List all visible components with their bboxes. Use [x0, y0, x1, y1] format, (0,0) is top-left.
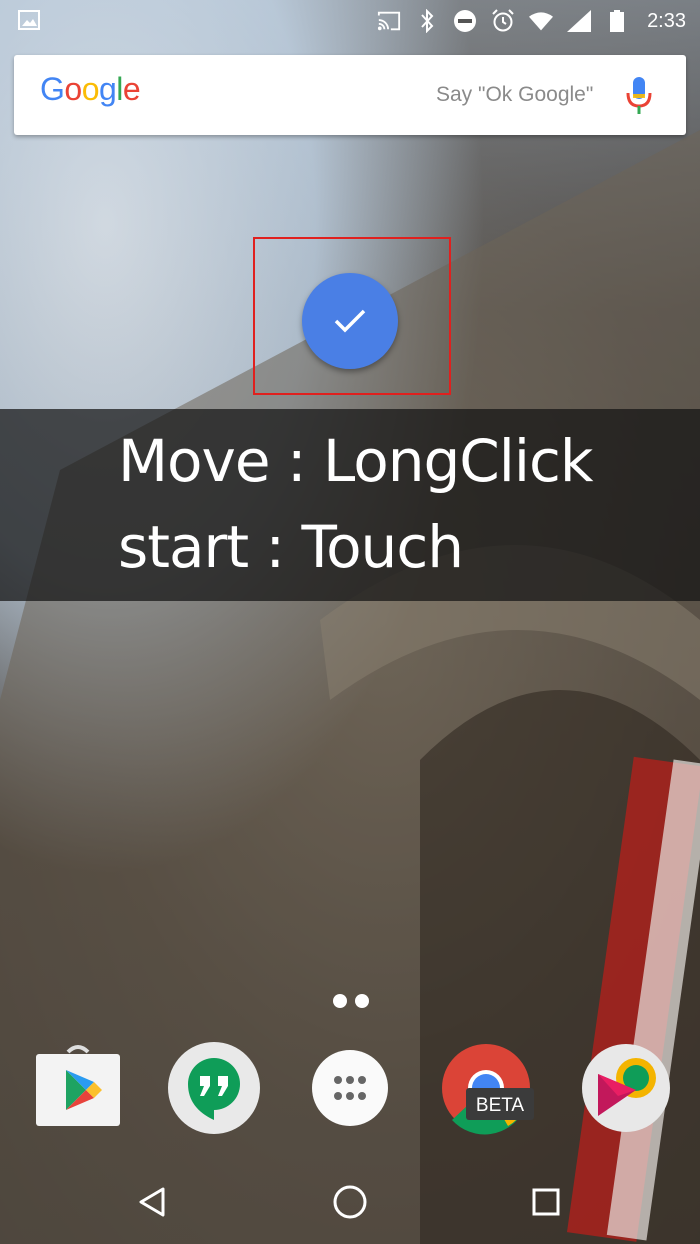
home-icon	[333, 1185, 367, 1219]
logo-letter: l	[116, 71, 123, 107]
voice-search-hint: Say "Ok Google"	[436, 83, 594, 106]
status-bar: 2:33	[0, 0, 700, 42]
logo-letter: G	[40, 71, 65, 107]
navigation-bar	[0, 1160, 700, 1244]
checkmark-icon	[334, 309, 366, 333]
instruction-overlay: Move : LongClick start : Touch	[0, 409, 700, 601]
chrome-beta-icon: BETA	[442, 1044, 534, 1135]
wifi-icon	[529, 9, 554, 33]
google-logo: Google	[40, 71, 141, 108]
chrome-beta-app[interactable]: BETA	[438, 1040, 534, 1136]
hangouts-app[interactable]	[166, 1040, 262, 1136]
cast-icon	[377, 9, 401, 33]
microphone-icon[interactable]	[624, 75, 654, 117]
google-search-bar[interactable]: Google Say "Ok Google"	[14, 55, 686, 135]
recents-icon	[532, 1188, 560, 1216]
battery-icon	[605, 9, 629, 33]
clock: 2:33	[647, 9, 686, 32]
instruction-start: start : Touch	[118, 513, 464, 581]
recents-button[interactable]	[516, 1172, 576, 1232]
app-dock: BETA	[0, 1040, 700, 1160]
play-movies-icon	[582, 1044, 670, 1132]
app-drawer-button[interactable]	[302, 1040, 398, 1136]
instruction-move: Move : LongClick	[118, 427, 594, 495]
hangouts-icon	[168, 1042, 260, 1134]
play-store-app[interactable]	[30, 1040, 126, 1136]
alarm-icon	[491, 9, 515, 33]
home-button[interactable]	[320, 1172, 380, 1232]
play-movies-app[interactable]	[578, 1040, 674, 1136]
logo-letter: g	[98, 71, 117, 107]
page-indicator	[333, 994, 369, 1008]
floating-check-button[interactable]	[302, 273, 398, 369]
page-dot	[333, 994, 347, 1008]
beta-badge: BETA	[476, 1095, 525, 1116]
app-drawer-icon	[312, 1050, 388, 1126]
logo-letter: e	[122, 71, 141, 107]
play-store-icon	[36, 1045, 120, 1126]
do-not-disturb-icon	[453, 9, 477, 33]
logo-letter: o	[64, 71, 82, 107]
cell-signal-icon	[567, 9, 592, 33]
back-button[interactable]	[122, 1172, 182, 1232]
back-icon	[139, 1187, 165, 1217]
image-notification-icon	[18, 10, 40, 30]
logo-letter: o	[81, 71, 100, 107]
bluetooth-icon	[415, 9, 439, 33]
page-dot	[355, 994, 369, 1008]
